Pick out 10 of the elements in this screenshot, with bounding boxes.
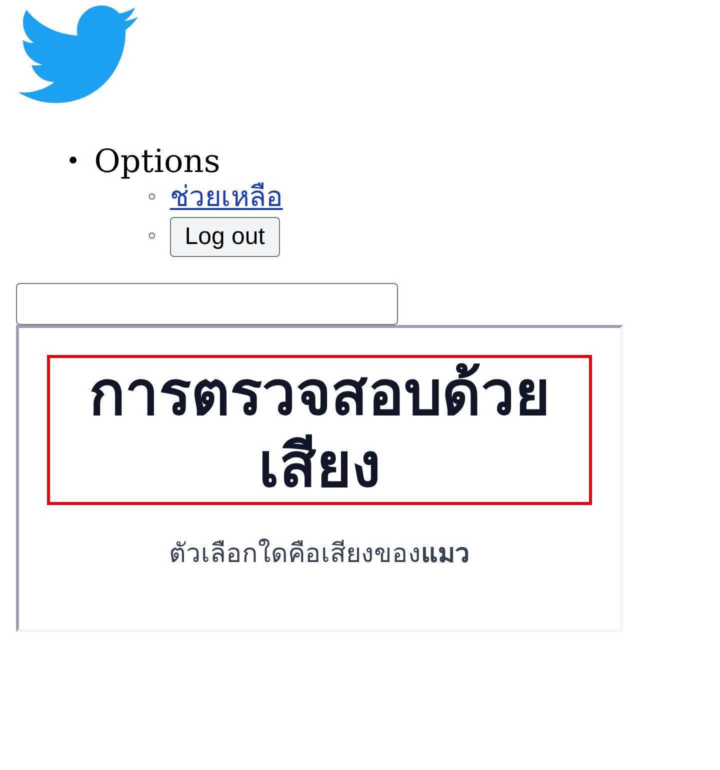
challenge-title: การตรวจสอบด้วยเสียง xyxy=(47,355,592,505)
help-link[interactable]: ช่วยเหลือ xyxy=(170,179,283,215)
text-input[interactable] xyxy=(16,283,398,325)
menu-label: Options xyxy=(94,143,220,179)
bullet-marker: ◦ xyxy=(146,223,158,250)
bird-logo-icon xyxy=(18,5,138,105)
bullet-marker: • xyxy=(66,146,80,177)
question-text: ตัวเลือกใดคือเสียงของแมว xyxy=(169,539,470,569)
logout-button[interactable]: Log out xyxy=(170,217,280,257)
bullet-marker: ◦ xyxy=(146,184,158,211)
